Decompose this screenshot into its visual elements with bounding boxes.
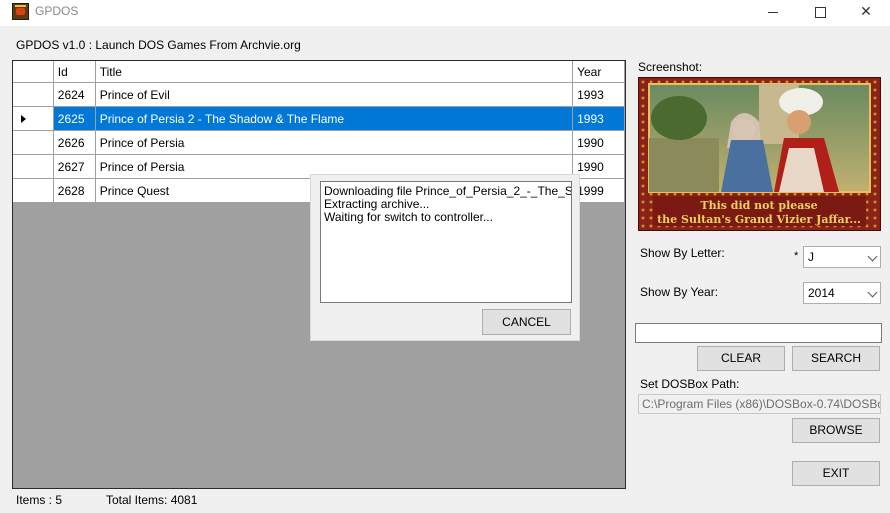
- screenshot-caption-line1: This did not please: [700, 199, 817, 212]
- download-progress-dialog: Downloading file Prince_of_Persia_2_-_Th…: [310, 174, 580, 341]
- search-button[interactable]: SEARCH: [792, 346, 880, 371]
- row-header-cell[interactable]: [13, 178, 54, 203]
- maximize-button[interactable]: [797, 0, 843, 24]
- cell-year[interactable]: 1993: [572, 82, 625, 107]
- table-header-row: Id Title Year: [13, 61, 625, 83]
- row-header-cell[interactable]: [13, 154, 54, 179]
- clear-button[interactable]: CLEAR: [697, 346, 785, 371]
- letter-select[interactable]: J: [803, 246, 881, 268]
- cell-title[interactable]: Prince of Persia 2 - The Shadow & The Fl…: [95, 106, 574, 131]
- window-title: GPDOS: [35, 4, 79, 18]
- letter-select-value: J: [808, 250, 814, 264]
- cell-id[interactable]: 2628: [53, 178, 96, 203]
- column-header-id[interactable]: Id: [53, 61, 96, 83]
- exit-button[interactable]: EXIT: [792, 461, 880, 486]
- minimize-icon: [768, 11, 778, 13]
- column-header-year[interactable]: Year: [572, 61, 625, 83]
- maximize-icon: [814, 6, 826, 18]
- dosbox-path-field[interactable]: C:\Program Files (x86)\DOSBox-0.74\DOSBo…: [638, 394, 881, 414]
- minimize-button[interactable]: [750, 0, 796, 24]
- cell-year[interactable]: 1993: [572, 106, 625, 131]
- row-header-column: [13, 61, 54, 83]
- title-bar[interactable]: GPDOS ✕: [0, 0, 890, 26]
- screenshot-image: This did not please the Sultan's Grand V…: [639, 78, 880, 230]
- table-row[interactable]: 2626 Prince of Persia 1990: [13, 130, 625, 155]
- dosbox-path-label: Set DOSBox Path:: [640, 377, 740, 391]
- year-select[interactable]: 2014: [803, 282, 881, 304]
- cell-id[interactable]: 2626: [53, 130, 96, 155]
- cell-id[interactable]: 2627: [53, 154, 96, 179]
- cell-year[interactable]: 1999: [572, 178, 625, 203]
- cancel-button[interactable]: CANCEL: [482, 309, 571, 335]
- row-header-cell[interactable]: [13, 82, 54, 107]
- row-header-cell[interactable]: [13, 130, 54, 155]
- app-caption: GPDOS v1.0 : Launch DOS Games From Archv…: [16, 38, 301, 52]
- app-window: GPDOS ✕ GPDOS v1.0 : Launch DOS Games Fr…: [0, 0, 890, 513]
- app-icon: [12, 3, 29, 20]
- letter-marker: *: [794, 250, 799, 262]
- row-header-cell[interactable]: [13, 106, 54, 131]
- column-header-title[interactable]: Title: [95, 61, 574, 83]
- current-row-arrow-icon: [21, 114, 26, 123]
- browse-button[interactable]: BROWSE: [792, 418, 880, 443]
- cell-title[interactable]: Prince of Evil: [95, 82, 574, 107]
- table-row[interactable]: 2624 Prince of Evil 1993: [13, 82, 625, 107]
- cell-id[interactable]: 2624: [53, 82, 96, 107]
- year-select-value: 2014: [808, 286, 835, 300]
- chevron-down-icon: [867, 251, 878, 262]
- screenshot-label: Screenshot:: [638, 60, 703, 74]
- cell-title[interactable]: Prince of Persia: [95, 130, 574, 155]
- close-icon: ✕: [860, 3, 872, 19]
- chevron-down-icon: [867, 287, 878, 298]
- show-by-year-label: Show By Year:: [640, 285, 719, 299]
- close-button[interactable]: ✕: [843, 0, 889, 24]
- search-input[interactable]: [635, 323, 882, 343]
- game-screenshot: This did not please the Sultan's Grand V…: [638, 77, 881, 231]
- cell-year[interactable]: 1990: [572, 154, 625, 179]
- total-items-count: Total Items: 4081: [106, 493, 198, 507]
- table-row-selected[interactable]: 2625 Prince of Persia 2 - The Shadow & T…: [13, 106, 625, 131]
- items-count: Items : 5: [16, 493, 63, 507]
- download-log[interactable]: Downloading file Prince_of_Persia_2_-_Th…: [320, 181, 572, 303]
- log-line: Waiting for switch to controller...: [324, 210, 493, 224]
- cell-year[interactable]: 1990: [572, 130, 625, 155]
- show-by-letter-label: Show By Letter:: [640, 246, 725, 260]
- screenshot-caption-line2: the Sultan's Grand Vizier Jaffar...: [657, 213, 861, 226]
- cell-id[interactable]: 2625: [53, 106, 96, 131]
